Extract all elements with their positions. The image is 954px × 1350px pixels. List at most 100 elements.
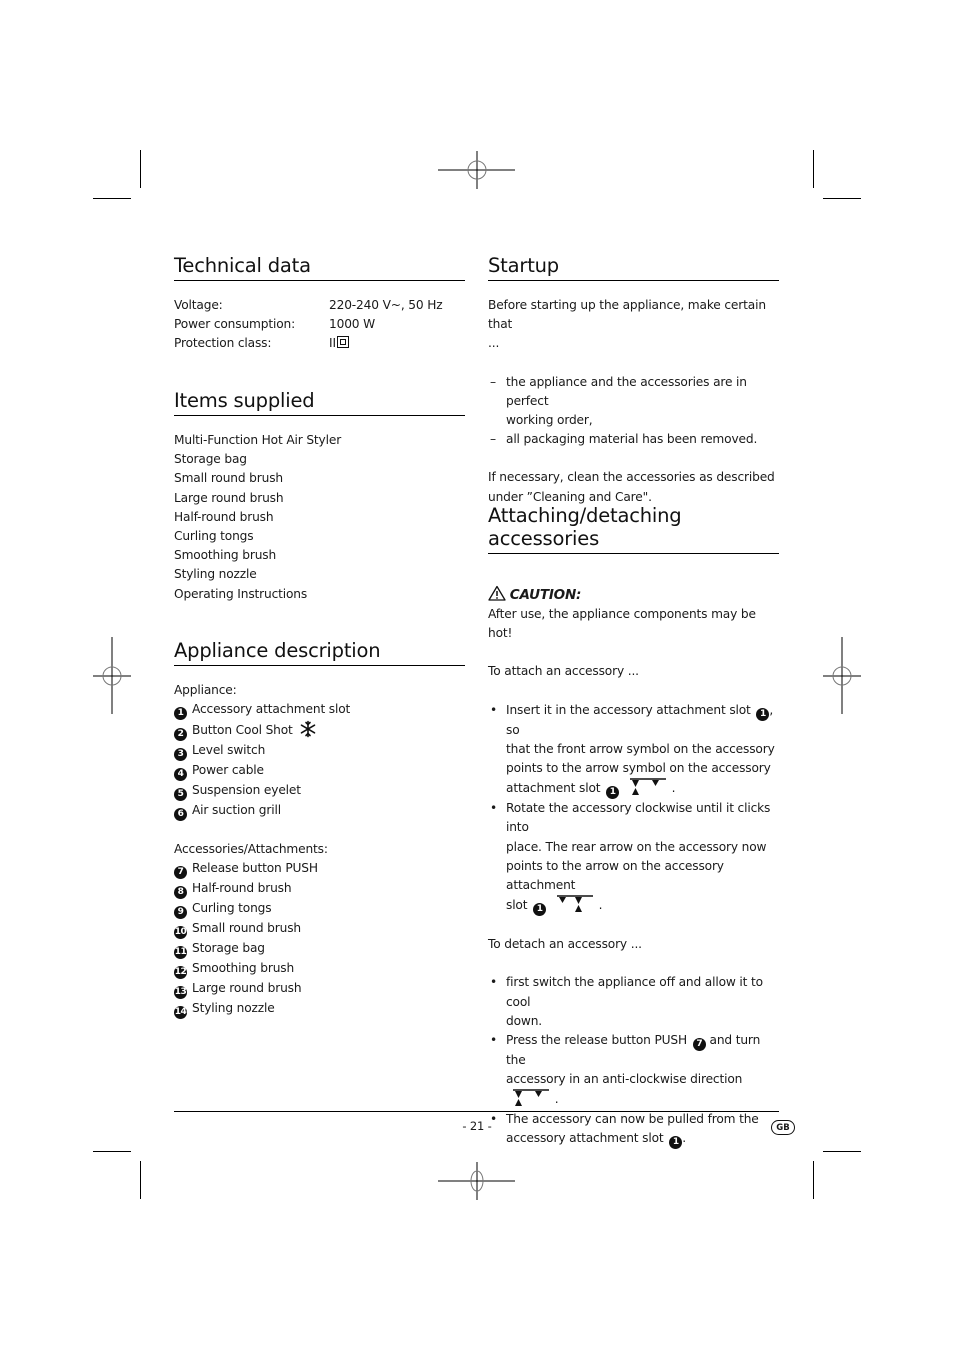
step-text: Press the release button PUSH <box>506 1033 688 1048</box>
step-text: . <box>554 1092 559 1107</box>
list-item: Smoothing brush <box>174 548 277 563</box>
list-item: • Rotate the accessory clockwise until i… <box>488 799 779 917</box>
startup-clean-note: If necessary, clean the accessories as d… <box>488 470 775 485</box>
appliance-description-heading: Appliance description <box>174 639 465 666</box>
accessories-heading: Accessories/Attachments: <box>174 842 328 857</box>
item-label: Small round brush <box>192 921 301 936</box>
step-text: slot <box>506 898 528 913</box>
registration-mark-left <box>93 637 131 714</box>
list-item: • Press the release button PUSH 7 and tu… <box>488 1031 779 1110</box>
bullet: • <box>490 801 498 816</box>
list-item: Storage bag <box>174 452 247 467</box>
number-badge: 13 <box>174 986 187 1000</box>
number-badge: 1 <box>669 1135 683 1149</box>
crop-mark <box>823 1151 861 1152</box>
item-text: all packaging material has been removed. <box>506 432 758 447</box>
item-label: Half-round brush <box>192 881 292 896</box>
step-text: that the front arrow symbol on the acces… <box>506 741 775 756</box>
number-badge: 4 <box>174 768 187 782</box>
item-label: Accessory attachment slot <box>192 702 351 717</box>
list-item: • first switch the appliance off and all… <box>488 973 779 1031</box>
item-text: the appliance and the accessories are in… <box>506 374 747 408</box>
item-label: Smoothing brush <box>192 961 295 976</box>
number-badge: 11 <box>174 946 187 960</box>
step-text: first switch the appliance off and allow… <box>506 975 763 1009</box>
list-item: 3 Level switch <box>174 741 465 762</box>
spec-label: Voltage: <box>174 298 223 312</box>
step-text: Insert it in the accessory attachment sl… <box>506 702 751 717</box>
step-text: . <box>671 781 676 796</box>
list-item: 12 Smoothing brush <box>174 959 465 980</box>
number-badge: 2 <box>174 728 187 742</box>
list-item: 10 Small round brush <box>174 919 465 940</box>
snowflake-icon <box>301 720 316 738</box>
list-item: 7 Release button PUSH <box>174 859 465 880</box>
list-item: 14 Styling nozzle <box>174 999 465 1020</box>
list-item: Large round brush <box>174 490 284 505</box>
detach-intro: To detach an accessory ... <box>488 937 642 952</box>
startup-section: Startup Before starting up the appliance… <box>488 254 779 507</box>
registration-mark-bottom <box>438 1162 515 1200</box>
spec-value: 220-240 V~, 50 Hz <box>329 298 443 312</box>
number-badge: 14 <box>174 1006 187 1020</box>
list-item: 9 Curling tongs <box>174 899 465 920</box>
bullet: • <box>490 975 498 990</box>
crop-mark <box>813 150 814 188</box>
step-text: Rotate the accessory clockwise until it … <box>506 801 771 835</box>
spec-label: Power consumption: <box>174 317 296 332</box>
spec-row-protection: Protection class: II <box>174 334 465 353</box>
number-badge: 1 <box>756 707 770 721</box>
attaching-section: Attaching/detaching accessories CAUTION:… <box>488 504 779 1149</box>
list-item: Half-round brush <box>174 509 274 524</box>
number-badge: 9 <box>174 906 187 920</box>
list-item: Small round brush <box>174 471 283 486</box>
arrows-front-aligned-icon <box>629 778 666 796</box>
number-badge: 5 <box>174 788 187 802</box>
list-item: – the appliance and the accessories are i… <box>488 373 779 431</box>
list-item: 6 Air suction grill <box>174 801 465 822</box>
items-supplied-heading: Items supplied <box>174 389 465 416</box>
arrows-anticlockwise-icon <box>513 1089 549 1107</box>
number-badge: 10 <box>174 926 187 940</box>
step-text: The accessory can now be pulled from the <box>506 1111 759 1126</box>
item-label: Suspension eyelet <box>192 783 301 798</box>
appliance-description-section: Appliance description Appliance: 1 Access… <box>174 639 465 1020</box>
crop-mark <box>93 1151 131 1152</box>
item-label: Large round brush <box>192 981 302 996</box>
spec-value: 1000 W <box>329 317 376 332</box>
list-item: 13 Large round brush <box>174 979 465 1000</box>
list-item: 2 Button Cool Shot <box>174 720 465 742</box>
list-item: 5 Suspension eyelet <box>174 781 465 802</box>
item-label: Button Cool Shot <box>192 723 293 738</box>
items-supplied-section: Items supplied Multi-Function Hot Air St… <box>174 389 465 604</box>
item-label: Level switch <box>192 743 266 758</box>
step-text: attachment slot <box>506 781 601 796</box>
technical-data-heading: Technical data <box>174 254 465 281</box>
item-label: Release button PUSH <box>192 861 318 876</box>
arrows-rear-aligned-icon <box>556 895 593 913</box>
item-text: working order, <box>506 413 593 428</box>
item-label: Storage bag <box>192 941 265 956</box>
attaching-body: CAUTION: After use, the appliance compon… <box>488 585 779 1149</box>
list-item: • The accessory can now be pulled from t… <box>488 1110 779 1149</box>
list-item: Multi-Function Hot Air Styler <box>174 433 342 447</box>
list-item: 4 Power cable <box>174 761 465 782</box>
list-item: – all packaging material has been removed… <box>488 430 779 449</box>
spec-row-voltage: Voltage: 220-240 V~, 50 Hz <box>174 296 465 315</box>
list-item: 11 Storage bag <box>174 939 465 960</box>
warning-triangle-icon <box>488 585 506 601</box>
dash-bullet: – <box>490 374 496 389</box>
number-badge: 7 <box>174 866 187 880</box>
registration-mark-right <box>823 637 861 714</box>
step-text: . <box>682 1130 686 1145</box>
spec-value: II <box>329 334 349 353</box>
number-badge: 1 <box>606 786 620 800</box>
step-text: down. <box>506 1013 543 1028</box>
spec-row-power: Power consumption: 1000 W <box>174 315 465 334</box>
